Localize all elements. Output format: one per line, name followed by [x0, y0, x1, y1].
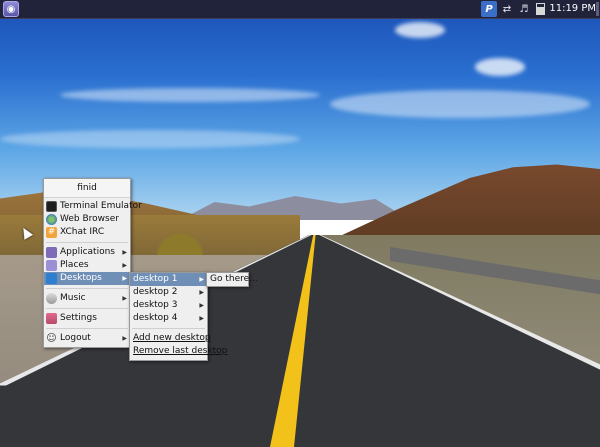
wallpaper-cloud: [0, 130, 300, 148]
menu-item-xchat-irc[interactable]: # XChat IRC: [44, 226, 130, 239]
top-panel: ◉ P ⇄ ♬ 11:19 PM: [0, 0, 600, 19]
submenu-item-label: desktop 4: [133, 313, 178, 323]
settings-icon: [46, 313, 57, 324]
menu-item-music[interactable]: Music ▶: [44, 292, 130, 305]
menu-item-applications[interactable]: Applications ▶: [44, 246, 130, 259]
wallpaper-cloud: [330, 90, 590, 118]
submenu-item-label: desktop 2: [133, 287, 178, 297]
menu-item-label: Logout: [60, 333, 91, 343]
menu-item-label: Applications: [60, 247, 115, 257]
submenu-item-label: Remove last desktop: [133, 346, 228, 356]
chevron-right-icon: ▶: [122, 249, 127, 256]
wallpaper-cloud: [475, 58, 525, 76]
remove-last-desktop-item[interactable]: Remove last desktop: [130, 345, 227, 358]
desktops-submenu: desktop 1 ▶ desktop 2 ▶ desktop 3 ▶ desk…: [129, 272, 227, 361]
submenu-item-label: Add new desktop: [133, 333, 211, 343]
menu-item-web-browser[interactable]: Web Browser: [44, 213, 130, 226]
applications-icon: [46, 247, 57, 258]
menu-item-label: Music: [60, 293, 86, 303]
add-new-desktop-item[interactable]: Add new desktop: [130, 332, 211, 345]
wallpaper-cloud: [60, 88, 320, 102]
launcher-icon[interactable]: ◉: [3, 1, 19, 17]
menu-separator: [46, 328, 128, 329]
clock[interactable]: 11:19 PM: [548, 0, 596, 18]
battery-icon[interactable]: [533, 1, 547, 17]
menu-separator: [46, 308, 128, 309]
submenu-item-desktop-2[interactable]: desktop 2 ▶: [130, 286, 207, 299]
go-there-submenu: Go there...: [206, 272, 258, 287]
submenu-item-label: desktop 3: [133, 300, 178, 310]
menu-separator: [46, 288, 128, 289]
show-desktop-button[interactable]: [596, 2, 599, 16]
xchat-icon: #: [46, 227, 57, 238]
logout-icon: ☺: [46, 333, 57, 344]
menu-item-label: Desktops: [60, 273, 102, 283]
menu-item-settings[interactable]: Settings: [44, 312, 130, 325]
go-there-item[interactable]: Go there...: [207, 273, 258, 286]
menu-item-label: Places: [60, 260, 89, 270]
volume-icon[interactable]: ♬: [517, 1, 531, 17]
menu-item-logout[interactable]: ☺ Logout ▶: [44, 332, 130, 345]
chevron-right-icon: ▶: [199, 289, 204, 296]
chevron-right-icon: ▶: [199, 276, 204, 283]
menu-item-label: XChat IRC: [60, 227, 105, 237]
menu-title: finid: [44, 179, 130, 198]
p-tray-icon[interactable]: P: [481, 1, 497, 17]
chevron-right-icon: ▶: [122, 275, 127, 282]
music-icon: [46, 293, 57, 304]
chevron-right-icon: ▶: [122, 295, 127, 302]
chevron-right-icon: ▶: [122, 262, 127, 269]
network-icon[interactable]: ⇄: [500, 1, 514, 17]
submenu-item-label: Go there...: [210, 274, 258, 284]
desktops-icon: [46, 273, 57, 284]
menu-item-label: Web Browser: [60, 214, 119, 224]
menu-separator: [46, 242, 128, 243]
menu-item-label: Settings: [60, 313, 97, 323]
chevron-right-icon: ▶: [199, 315, 204, 322]
submenu-item-desktop-1[interactable]: desktop 1 ▶: [130, 273, 207, 286]
wallpaper-cloud: [395, 22, 445, 38]
submenu-item-label: desktop 1: [133, 274, 178, 284]
places-icon: [46, 260, 57, 271]
terminal-icon: [46, 201, 57, 212]
menu-item-terminal-emulator[interactable]: Terminal Emulator: [44, 200, 142, 213]
main-menu: finid Terminal Emulator Web Browser # XC…: [43, 178, 142, 348]
web-browser-icon: [46, 214, 57, 225]
submenu-item-desktop-3[interactable]: desktop 3 ▶: [130, 299, 207, 312]
menu-item-desktops[interactable]: Desktops ▶: [44, 272, 130, 285]
chevron-right-icon: ▶: [122, 335, 127, 342]
menu-item-places[interactable]: Places ▶: [44, 259, 130, 272]
submenu-item-desktop-4[interactable]: desktop 4 ▶: [130, 312, 207, 325]
menu-item-label: Terminal Emulator: [60, 201, 142, 211]
menu-separator: [132, 328, 205, 329]
p-tray-label: P: [485, 3, 493, 15]
chevron-right-icon: ▶: [199, 302, 204, 309]
